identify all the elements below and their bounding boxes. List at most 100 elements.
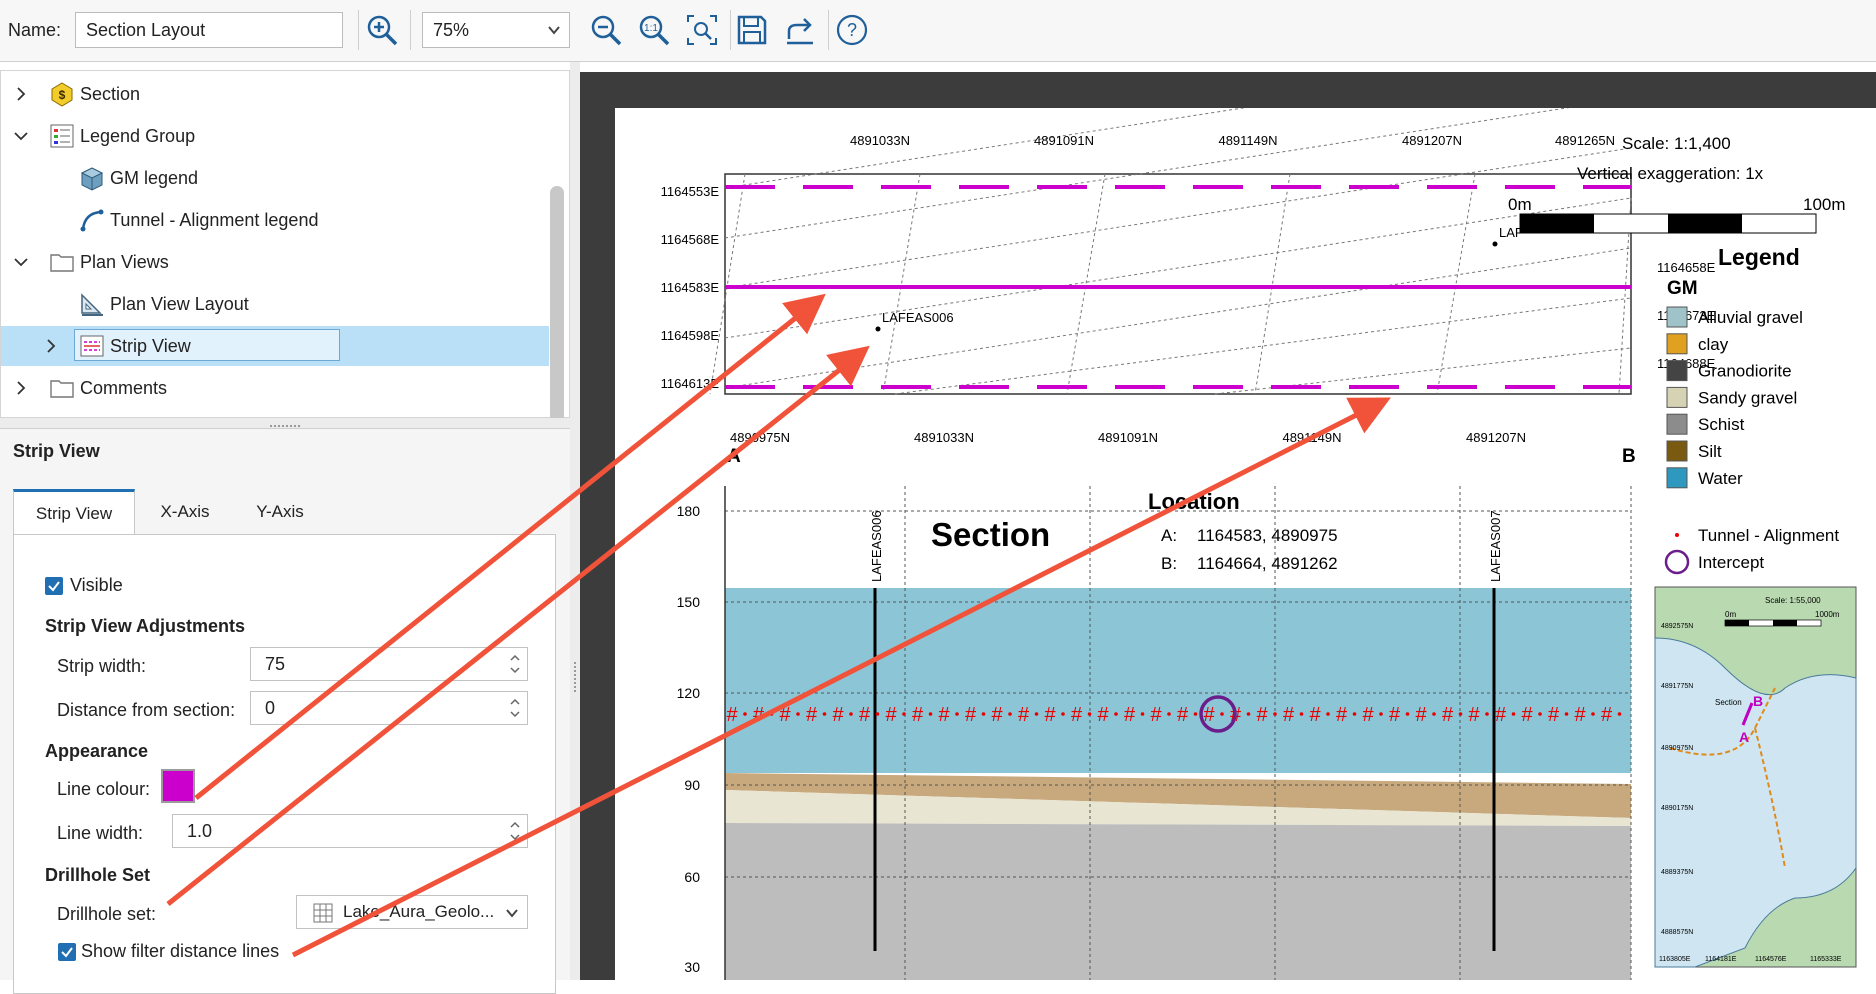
chevron-right-icon[interactable] xyxy=(13,380,29,396)
tunnel-mark: # xyxy=(1548,704,1560,726)
drillhole-set-icon xyxy=(313,903,333,923)
strip-view-tab-panel: Visible Strip View Adjustments Strip wid… xyxy=(13,534,556,994)
help-button[interactable]: ? xyxy=(834,12,870,48)
line-colour-swatch[interactable] xyxy=(161,769,195,803)
zoom-in-button[interactable] xyxy=(364,12,400,48)
zoom-fit-icon xyxy=(687,15,717,45)
drillhole-label: LAFEAS006 xyxy=(882,310,954,325)
tunnel-dot xyxy=(796,712,800,716)
strip-view[interactable]: LAFEAS006 LAF xyxy=(709,47,1632,395)
legend-item-label: Sandy gravel xyxy=(1698,388,1797,407)
legend[interactable]: Legend GM Alluvial gravel clay Granodiorit… xyxy=(1664,244,1839,575)
tab-y-axis[interactable]: Y-Axis xyxy=(235,489,325,535)
spinner-arrows-icon[interactable] xyxy=(509,696,521,720)
svg-text:4891033N: 4891033N xyxy=(914,430,974,445)
legend-swatch xyxy=(1666,413,1688,435)
tunnel-mark: # xyxy=(885,704,897,726)
spinner-arrows-icon[interactable] xyxy=(509,652,521,676)
tree-item-comments[interactable]: Comments xyxy=(1,368,549,408)
tunnel-dot xyxy=(1379,712,1383,716)
strip-bottom-labels: 4890975N 4891033N 4891091N 4891149N 4891… xyxy=(730,430,1526,445)
tunnel-dot xyxy=(1617,712,1622,716)
zoom-select[interactable]: 75% xyxy=(422,12,570,48)
tab-strip-view[interactable]: Strip View xyxy=(13,489,135,535)
inset-scale: Scale: 1:55,000 xyxy=(1765,596,1821,605)
tunnel-dot xyxy=(955,712,959,716)
tunnel-dot xyxy=(822,712,827,716)
tree-item-section[interactable]: $ Section xyxy=(1,74,549,114)
drillhole-set-select[interactable]: Lake_Aura_Geolo... xyxy=(296,895,528,929)
grip-icon xyxy=(574,662,576,692)
zoom-fit-button[interactable] xyxy=(684,12,720,48)
svg-text:4891149N: 4891149N xyxy=(1282,430,1341,445)
zoom-actual-size-button[interactable]: 1:1 xyxy=(636,12,672,48)
tab-x-axis[interactable]: X-Axis xyxy=(140,489,230,535)
checkmark-icon xyxy=(61,947,73,958)
tree-item-plan-view-layout[interactable]: Plan View Layout xyxy=(1,284,549,324)
chevron-right-icon[interactable] xyxy=(13,86,29,102)
tunnel-mark: # xyxy=(1283,704,1295,726)
tunnel-dot xyxy=(1591,712,1595,716)
tunnel-dot xyxy=(849,712,853,716)
strip-top-labels: 4891033N 4891091N 4891149N 4891207N 4891… xyxy=(850,133,1615,148)
tree-item-plan-views[interactable]: Plan Views xyxy=(1,242,549,282)
spinner-arrows-icon[interactable] xyxy=(509,819,521,843)
tunnel-mark: # xyxy=(965,704,977,726)
svg-text:90: 90 xyxy=(684,777,700,793)
folder-icon xyxy=(50,380,74,398)
chevron-right-icon[interactable] xyxy=(43,338,59,354)
intercept-swatch xyxy=(1664,549,1690,575)
inset-section-label: Section xyxy=(1715,698,1742,707)
svg-text:1164576E: 1164576E xyxy=(1755,956,1787,963)
inset-bar-start: 0m xyxy=(1725,610,1736,619)
tunnel-mark: # xyxy=(859,704,871,726)
panel-splitter[interactable] xyxy=(0,418,570,428)
svg-text:1164583E: 1164583E xyxy=(661,280,720,295)
save-button[interactable] xyxy=(734,12,770,48)
tunnel-mark: # xyxy=(1044,704,1056,726)
chevron-down-icon[interactable] xyxy=(13,128,29,144)
layout-sheet-drawing: LAFEAS006 LAF 4891033N 4891091N 4891149N… xyxy=(661,47,1857,980)
svg-text:60: 60 xyxy=(684,869,700,885)
tree-item-label: Comments xyxy=(80,377,168,398)
tunnel-dot xyxy=(1273,712,1277,716)
tree-item-label: Section xyxy=(80,83,141,104)
scale-bar[interactable] xyxy=(1519,213,1817,234)
save-icon xyxy=(737,15,767,45)
checkmark-icon xyxy=(48,581,60,592)
name-input[interactable]: Section Layout xyxy=(75,12,343,48)
line-width-input[interactable]: 1.0 xyxy=(172,814,528,848)
strip-width-input[interactable]: 75 xyxy=(250,647,528,681)
svg-text:4891091N: 4891091N xyxy=(1098,430,1158,445)
location-b-value: 1164664, 4891262 xyxy=(1197,554,1338,573)
zoom-out-button[interactable] xyxy=(588,12,624,48)
distance-input[interactable]: 0 xyxy=(250,691,528,725)
export-icon xyxy=(787,18,813,45)
tree-item-strip-view[interactable]: Strip View xyxy=(1,326,549,366)
vertical-splitter[interactable] xyxy=(570,62,580,980)
section-view[interactable]: 180 150 120 90 60 30 LAFEAS006 LAFEAS007… xyxy=(677,486,1632,980)
tree-item-legend-group[interactable]: Legend Group xyxy=(1,116,549,156)
tree-item-label: Legend Group xyxy=(80,125,196,146)
export-button[interactable] xyxy=(782,12,818,48)
svg-text:180: 180 xyxy=(677,503,701,519)
legend-item-label: Water xyxy=(1698,469,1743,488)
inset-a-label: A xyxy=(1739,729,1749,745)
chevron-down-icon[interactable] xyxy=(13,254,29,270)
tree-item-tunnel-legend[interactable]: Tunnel - Alignment legend xyxy=(1,200,549,240)
tunnel-dot xyxy=(1246,712,1251,716)
tunnel-mark: # xyxy=(1097,704,1109,726)
inset-plan-map[interactable]: A B Section Scale: 1:55,000 0m 1000m 489… xyxy=(1654,586,1857,968)
tree-item-gm-legend[interactable]: GM legend xyxy=(1,158,549,198)
tunnel-dot xyxy=(875,712,880,716)
legend-item-label: Schist xyxy=(1698,415,1745,434)
drillhole-collar xyxy=(875,326,881,332)
visible-checkbox[interactable] xyxy=(45,577,63,595)
tunnel-mark: # xyxy=(753,704,765,726)
show-filter-lines-checkbox[interactable] xyxy=(58,943,76,961)
tunnel-mark: # xyxy=(991,704,1003,726)
svg-text:1164181E: 1164181E xyxy=(1705,956,1737,963)
drillhole-set-label: Drillhole set: xyxy=(57,904,157,924)
layout-sheet[interactable]: LAFEAS006 LAF 4891033N 4891091N 4891149N… xyxy=(615,47,1876,980)
tunnel-dot xyxy=(1511,712,1516,716)
